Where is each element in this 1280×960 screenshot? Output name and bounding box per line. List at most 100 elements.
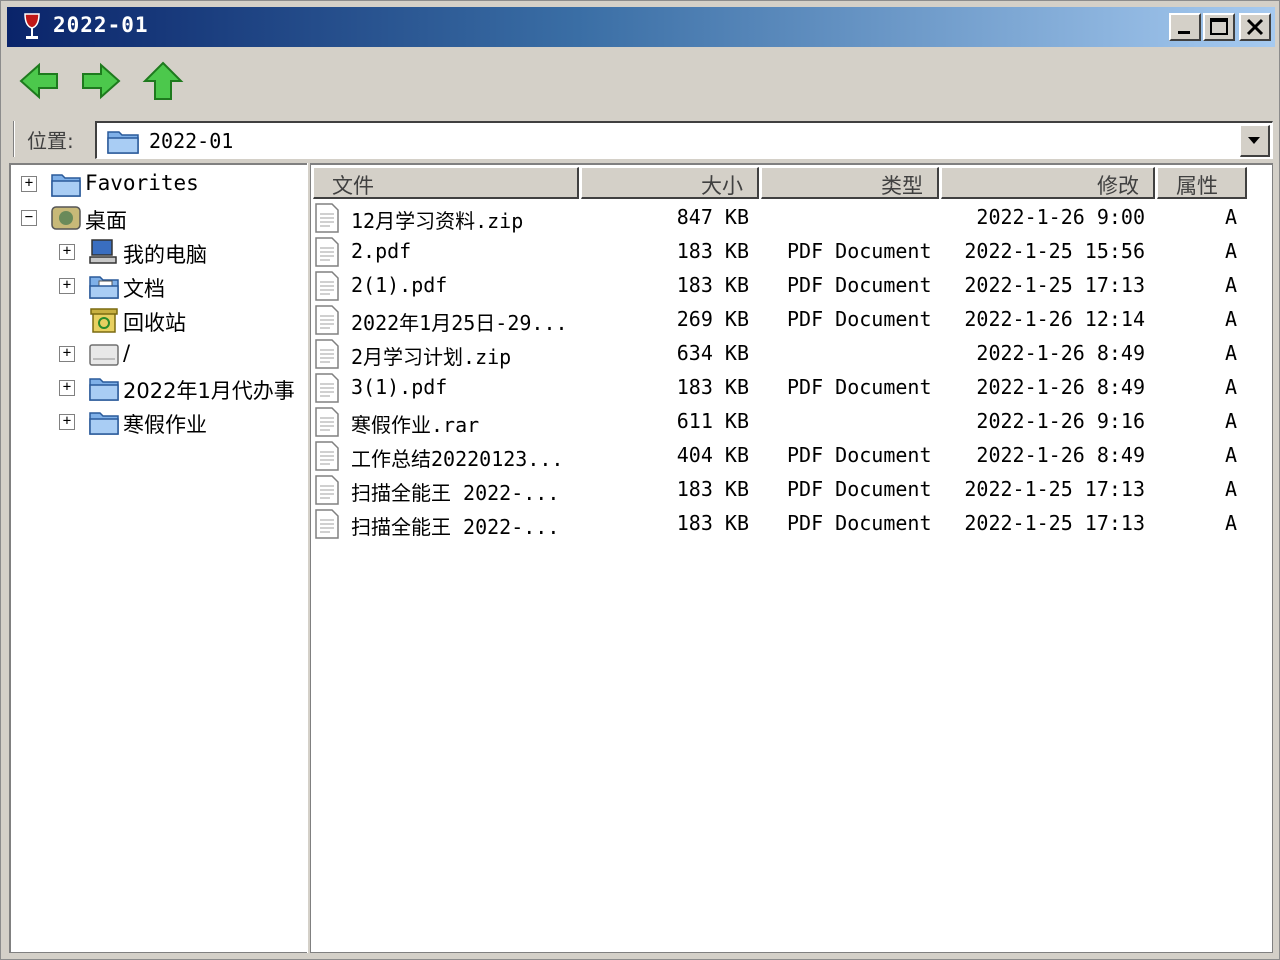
file-type: PDF Document <box>787 375 932 399</box>
tree-item-label: 寒假作业 <box>123 413 207 437</box>
document-icon <box>315 237 339 267</box>
file-type: PDF Document <box>787 239 932 263</box>
location-bar: 位置: 2022-01 <box>7 117 1275 163</box>
tree-item-documents[interactable]: + 文档 <box>11 271 307 301</box>
file-name: 2022年1月25日-29... <box>351 311 568 335</box>
file-row[interactable]: 2月学习计划.zip 634 KB 2022-1-26 8:49 A <box>311 337 1271 371</box>
expand-toggle[interactable]: + <box>59 414 75 430</box>
file-attributes: A <box>1225 273 1238 297</box>
file-attributes: A <box>1225 443 1238 467</box>
column-header-type[interactable]: 类型 <box>761 167 939 199</box>
file-name: 扫描全能王 2022-... <box>351 481 560 505</box>
file-attributes: A <box>1225 477 1238 501</box>
location-label: 位置: <box>27 129 74 153</box>
maximize-button[interactable] <box>1203 13 1235 41</box>
document-icon <box>315 407 339 437</box>
file-row[interactable]: 2(1).pdf 183 KB PDF Document 2022-1-25 17:1… <box>311 269 1271 303</box>
folder-icon <box>89 412 119 435</box>
document-icon <box>315 305 339 335</box>
chevron-down-icon <box>1248 137 1260 144</box>
tree-item-favorites[interactable]: + Favorites <box>11 169 307 199</box>
up-arrow-icon[interactable] <box>141 61 185 101</box>
column-header-modified[interactable]: 修改 <box>941 167 1155 199</box>
location-dropdown-button[interactable] <box>1240 125 1270 157</box>
file-modified: 2022-1-26 8:49 <box>976 443 1145 467</box>
file-type: PDF Document <box>787 443 932 467</box>
file-size: 183 KB <box>676 375 749 399</box>
file-attributes: A <box>1225 205 1238 229</box>
file-name: 寒假作业.rar <box>351 413 480 437</box>
file-attributes: A <box>1225 341 1238 365</box>
close-button[interactable] <box>1239 13 1271 41</box>
column-header-name[interactable]: 文件 <box>313 167 579 199</box>
document-icon <box>315 271 339 301</box>
file-modified: 2022-1-26 12:14 <box>964 307 1145 331</box>
tree-item-my-computer[interactable]: + 我的电脑 <box>11 237 307 267</box>
tree-item-todo-folder[interactable]: + 2022年1月代办事 <box>11 373 307 403</box>
expand-toggle[interactable]: + <box>21 176 37 192</box>
folder-icon <box>107 131 139 154</box>
minimize-button[interactable] <box>1169 13 1201 41</box>
tree-item-label: 文档 <box>123 277 165 301</box>
folder-tree[interactable]: + Favorites − 桌面 + 我的电脑 + 文档 回收站 + / + 2… <box>9 163 309 953</box>
file-list[interactable]: 文件 大小 类型 修改 属性 12月学习资料.zip 847 KB 2022-1-2… <box>311 163 1273 953</box>
location-separator <box>13 121 15 157</box>
tree-item-label: 桌面 <box>85 209 127 233</box>
expand-toggle[interactable]: + <box>59 244 75 260</box>
tree-item-label: 2022年1月代办事 <box>123 379 295 403</box>
column-header-size[interactable]: 大小 <box>581 167 759 199</box>
recycle-bin-icon <box>90 308 118 333</box>
file-type: PDF Document <box>787 511 932 535</box>
computer-icon <box>89 239 117 264</box>
maximize-icon <box>1210 18 1228 35</box>
tree-item-label: Favorites <box>85 171 199 195</box>
desktop-icon <box>51 206 81 230</box>
column-header-attributes[interactable]: 属性 <box>1157 167 1247 199</box>
wine-glass-icon <box>24 13 40 39</box>
document-icon <box>315 441 339 471</box>
tree-item-label: 我的电脑 <box>123 243 207 267</box>
file-attributes: A <box>1225 307 1238 331</box>
folder-icon <box>51 174 81 197</box>
document-icon <box>315 339 339 369</box>
file-modified: 2022-1-26 9:00 <box>976 205 1145 229</box>
tree-item-label: 回收站 <box>123 311 186 335</box>
file-name: 2.pdf <box>351 239 412 263</box>
tree-item-winter-homework[interactable]: + 寒假作业 <box>11 407 307 437</box>
file-modified: 2022-1-26 9:16 <box>976 409 1145 433</box>
title-bar[interactable]: 2022-01 <box>7 7 1275 47</box>
file-size: 183 KB <box>676 477 749 501</box>
file-row[interactable]: 工作总结20220123... 404 KB PDF Document 2022-1-… <box>311 439 1271 473</box>
file-size: 404 KB <box>676 443 749 467</box>
close-icon <box>1246 18 1264 36</box>
file-size: 611 KB <box>676 409 749 433</box>
document-icon <box>315 373 339 403</box>
back-arrow-icon[interactable] <box>17 61 61 101</box>
documents-icon <box>89 276 119 299</box>
file-row[interactable]: 2022年1月25日-29... 269 KB PDF Document 2022-1… <box>311 303 1271 337</box>
file-type: PDF Document <box>787 273 932 297</box>
file-type: PDF Document <box>787 477 932 501</box>
file-attributes: A <box>1225 375 1238 399</box>
forward-arrow-icon[interactable] <box>79 61 123 101</box>
tree-item-recycle-bin[interactable]: 回收站 <box>11 305 307 335</box>
tree-item-desktop[interactable]: − 桌面 <box>11 203 307 233</box>
file-row[interactable]: 扫描全能王 2022-... 183 KB PDF Document 2022-1-2… <box>311 507 1271 541</box>
file-size: 183 KB <box>676 273 749 297</box>
file-row[interactable]: 寒假作业.rar 611 KB 2022-1-26 9:16 A <box>311 405 1271 439</box>
window-title: 2022-01 <box>53 13 149 37</box>
expand-toggle[interactable]: + <box>59 278 75 294</box>
expand-toggle[interactable]: + <box>59 380 75 396</box>
location-value: 2022-01 <box>149 129 234 153</box>
file-row[interactable]: 2.pdf 183 KB PDF Document 2022-1-25 15:56 A <box>311 235 1271 269</box>
file-row[interactable]: 扫描全能王 2022-... 183 KB PDF Document 2022-1-2… <box>311 473 1271 507</box>
file-row[interactable]: 3(1).pdf 183 KB PDF Document 2022-1-26 8:49… <box>311 371 1271 405</box>
location-combobox[interactable]: 2022-01 <box>95 121 1273 159</box>
file-row[interactable]: 12月学习资料.zip 847 KB 2022-1-26 9:00 A <box>311 201 1271 235</box>
collapse-toggle[interactable]: − <box>21 210 37 226</box>
file-modified: 2022-1-25 17:13 <box>964 477 1145 501</box>
file-modified: 2022-1-26 8:49 <box>976 341 1145 365</box>
document-icon <box>315 475 339 505</box>
expand-toggle[interactable]: + <box>59 346 75 362</box>
tree-item-root-drive[interactable]: + / <box>11 339 307 369</box>
